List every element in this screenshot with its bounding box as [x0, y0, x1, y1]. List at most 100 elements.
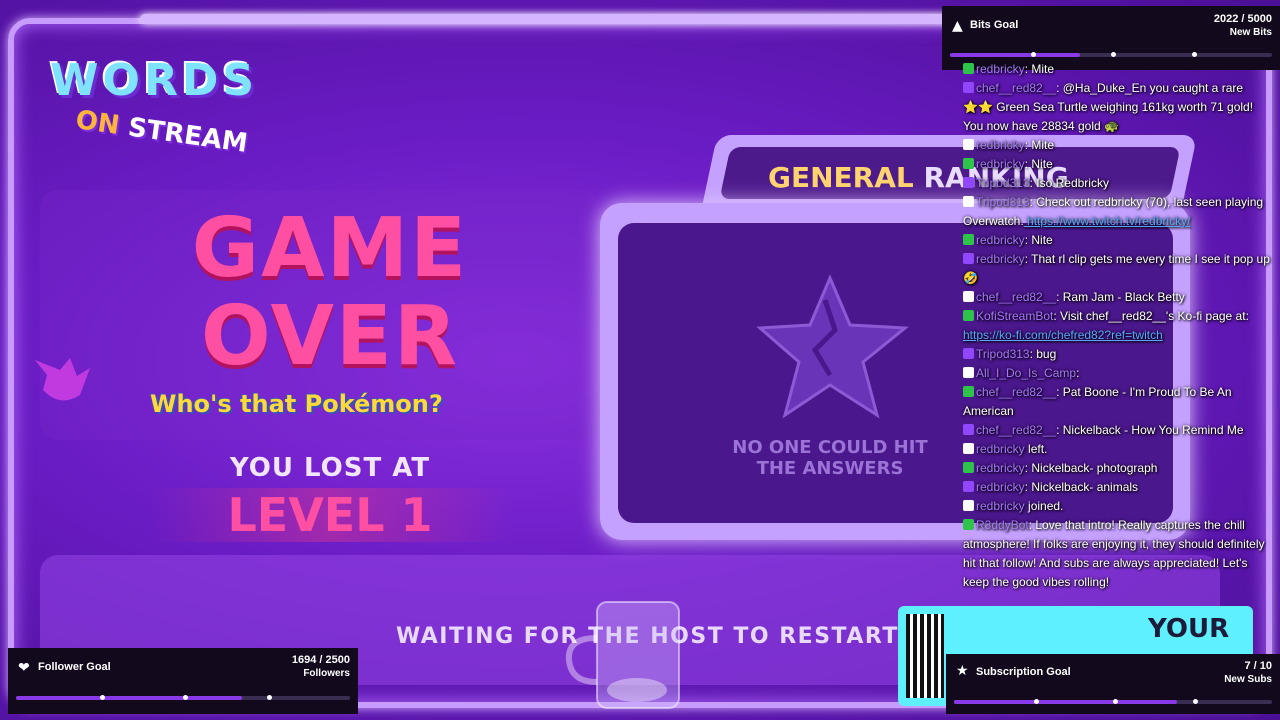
chat-message: redbricky joined.	[963, 497, 1274, 516]
progress-marker	[1113, 699, 1118, 704]
chat-badge-icon	[963, 291, 974, 302]
chat-badge-icon	[963, 158, 974, 169]
subscription-goal-widget: ★ Subscription Goal 7 / 10 New Subs	[946, 654, 1280, 714]
chat-username[interactable]: redbricky	[976, 461, 1025, 475]
progress-marker	[266, 695, 272, 700]
logo-on-stream: ON STREAM	[74, 105, 250, 159]
progress-marker	[1192, 699, 1198, 704]
logo-on: ON	[73, 105, 122, 141]
chat-username[interactable]: chef__red82__	[976, 81, 1056, 95]
chat-text: joined.	[1024, 499, 1064, 513]
follower-progress-bar	[16, 695, 350, 700]
chat-message: redbricky: Nite	[963, 231, 1274, 250]
broken-star-icon	[756, 274, 909, 419]
chat-badge-icon	[963, 253, 974, 264]
bits-goal-value: 2022 / 5000	[1213, 13, 1272, 25]
logo-words: WORDS	[50, 55, 259, 106]
tip-jar-icon	[565, 601, 680, 709]
chat-text: : Ram Jam - Black Betty	[1056, 290, 1185, 304]
qr-code-icon	[906, 614, 944, 698]
chat-message: redbricky: Mite	[963, 136, 1274, 155]
bits-goal-sub: New Bits	[1229, 27, 1272, 38]
whos-that-pokemon-overlay: Who's that Pokémon?	[150, 390, 443, 418]
chat-badge-icon	[963, 443, 974, 454]
chat-username[interactable]: redbricky	[976, 480, 1025, 494]
chat-message: Tripod313: Check out redbricky (70), las…	[963, 193, 1274, 231]
chat-message: Tripod313: Iso Redbricky	[963, 174, 1274, 193]
chat-username[interactable]: redbricky	[976, 62, 1025, 76]
progress-marker	[99, 695, 105, 700]
chat-username[interactable]: redbricky	[976, 499, 1025, 513]
chat-message: chef__red82__: Pat Boone - I'm Proud To …	[963, 383, 1274, 421]
progress-marker	[1033, 699, 1039, 704]
chat-message: redbricky: Nite	[963, 155, 1274, 174]
chat-message: chef__red82__: @Ha_Duke_En you caught a …	[963, 79, 1274, 136]
chat-message: chef__red82__: Ram Jam - Black Betty	[963, 288, 1274, 307]
subscription-goal-value: 7 / 10	[1244, 660, 1272, 672]
chat-text: : bug	[1029, 347, 1057, 361]
follower-progress-fill	[16, 696, 243, 700]
words-on-stream-logo: WORDS ON STREAM	[50, 55, 259, 159]
chat-username[interactable]: KofiStreamBot	[976, 309, 1053, 323]
chat-badge-icon	[963, 500, 974, 511]
chat-text: : Nite	[1024, 233, 1053, 247]
chat-message: chef__red82__: Nickelback - How You Remi…	[963, 421, 1274, 440]
chat-username[interactable]: Tripod313	[976, 347, 1030, 361]
chat-username[interactable]: redbricky	[976, 442, 1025, 456]
chat-username[interactable]: redbricky	[976, 252, 1025, 266]
ranking-empty-message: NO ONE COULD HIT THE ANSWERS	[732, 437, 928, 479]
chat-text: : Visit chef__red82__'s Ko-fi page at:	[1053, 309, 1249, 323]
chat-username[interactable]: chef__red82__	[976, 290, 1056, 304]
chat-text: :	[1076, 366, 1080, 380]
chat-badge-icon	[963, 519, 974, 530]
chat-link[interactable]: https://ko-fi.com/chefred82?ref=twitch	[963, 328, 1163, 342]
chat-username[interactable]: Tripod313	[976, 195, 1030, 209]
you-lost-at-label: YOU LOST AT	[229, 453, 431, 483]
chat-badge-icon	[963, 310, 974, 321]
chat-message: redbricky left.	[963, 440, 1274, 459]
bits-progress-bar	[950, 52, 1272, 57]
chat-message: redbricky: Mite	[963, 60, 1274, 79]
chat-message: redbricky: Nickelback- photograph	[963, 459, 1274, 478]
chat-username[interactable]: R3ddyBot	[976, 518, 1029, 532]
chat-message: All_I_Do_Is_Camp:	[963, 364, 1274, 383]
chat-badge-icon	[963, 177, 974, 188]
bits-goal-label: Bits Goal	[970, 19, 1019, 31]
bits-progress-fill	[950, 53, 1081, 57]
chat-username[interactable]: redbricky	[976, 233, 1025, 247]
logo-stream: STREAM	[126, 112, 250, 159]
follower-goal-widget: ❤ Follower Goal 1694 / 2500 Followers	[8, 648, 358, 714]
chat-badge-icon	[963, 424, 974, 435]
ranking-title-general: GENERAL	[768, 161, 914, 194]
chat-badge-icon	[963, 234, 974, 245]
chat-username[interactable]: redbricky	[976, 138, 1025, 152]
chat-overlay: redbricky: Mite chef__red82__: @Ha_Duke_E…	[958, 60, 1274, 655]
pokemon-silhouette-icon	[35, 358, 90, 401]
chat-badge-icon	[963, 196, 974, 207]
chat-text: : Nickelback- photograph	[1024, 461, 1158, 475]
chat-username[interactable]: Tripod313	[976, 176, 1030, 190]
chat-username[interactable]: chef__red82__	[976, 385, 1056, 399]
chat-message: Tripod313: bug	[963, 345, 1274, 364]
chat-username[interactable]: All_I_Do_Is_Camp	[976, 366, 1076, 380]
game-over-title: GAME OVER	[191, 201, 469, 384]
chat-badge-icon	[963, 481, 974, 492]
chat-text: : Nickelback - How You Remind Me	[1056, 423, 1244, 437]
chat-username[interactable]: chef__red82__	[976, 423, 1056, 437]
chat-text: : Mite	[1024, 62, 1055, 76]
chat-message: KofiStreamBot: Visit chef__red82__'s Ko-…	[963, 307, 1274, 345]
chat-badge-icon	[963, 386, 974, 397]
follower-goal-sub: Followers	[303, 668, 350, 679]
chat-badge-icon	[963, 63, 974, 74]
progress-marker	[1111, 52, 1116, 57]
chat-link[interactable]: https://www.twitch.tv/redbricky/	[1024, 214, 1190, 228]
subscription-progress-fill	[954, 700, 1177, 704]
bits-triangle-icon: ▲	[952, 18, 963, 34]
chat-message: redbricky: Nickelback- animals	[963, 478, 1274, 497]
chat-username[interactable]: redbricky	[976, 157, 1025, 171]
chat-badge-icon	[963, 367, 974, 378]
chat-text: : Mite	[1024, 138, 1055, 152]
progress-marker	[183, 695, 188, 700]
follower-goal-label: Follower Goal	[38, 661, 111, 673]
subscription-goal-label: Subscription Goal	[976, 666, 1071, 678]
